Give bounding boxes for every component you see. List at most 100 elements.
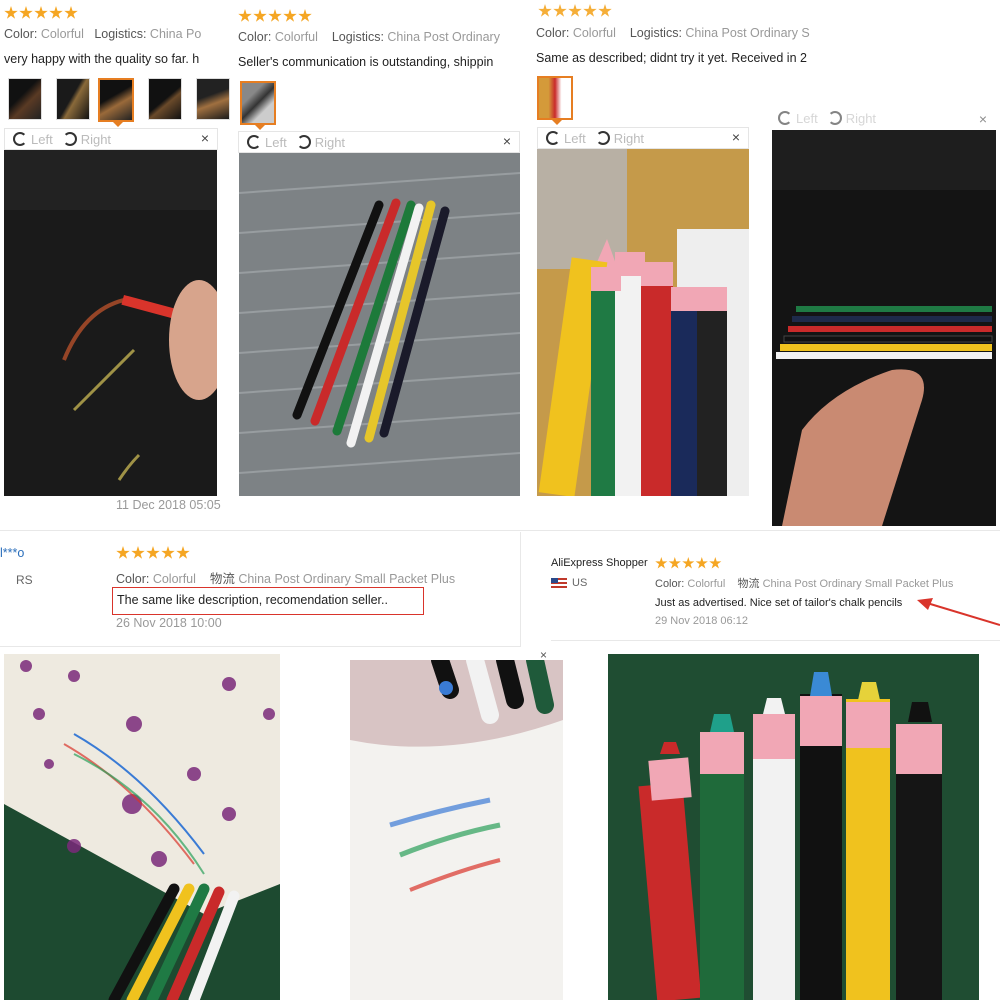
- review-thumbnail-selected[interactable]: [537, 76, 573, 120]
- color-label: Color:: [116, 572, 150, 586]
- star-icon: [598, 4, 612, 17]
- star-icon: [49, 6, 63, 19]
- close-icon[interactable]: ×: [201, 130, 209, 146]
- review-text: Seller's communication is outstanding, s…: [238, 55, 494, 69]
- star-icon: [64, 6, 78, 19]
- review-date: 26 Nov 2018 10:00: [116, 616, 222, 630]
- review-thumbnail[interactable]: [196, 78, 230, 120]
- rating-stars: [538, 4, 612, 18]
- rating-stars: [4, 6, 78, 20]
- review-photo: [4, 654, 280, 1000]
- review-thumbnail[interactable]: [56, 78, 90, 120]
- star-icon: [283, 9, 297, 22]
- star-icon: [34, 6, 48, 19]
- us-flag-icon: [551, 578, 567, 588]
- rotate-right-icon[interactable]: [296, 135, 311, 149]
- close-icon[interactable]: ×: [732, 129, 740, 145]
- rotate-right-button[interactable]: Right: [315, 135, 345, 150]
- review-meta: Color: Colorful Logistics: China Post Or…: [536, 26, 822, 40]
- reviewer-name[interactable]: l***o: [0, 546, 24, 560]
- close-icon[interactable]: ×: [979, 111, 987, 127]
- color-label: Color:: [238, 30, 272, 44]
- image-rotate-toolbar: Left Right ×: [770, 110, 995, 127]
- rotate-left-button[interactable]: Left: [564, 131, 586, 146]
- logistics-value: China Post Ordinary Small Packet Plus: [762, 578, 954, 590]
- rotate-left-icon[interactable]: [778, 111, 792, 125]
- color-value: Colorful: [40, 27, 84, 41]
- star-icon: [19, 6, 33, 19]
- color-label: Color:: [536, 26, 570, 40]
- review-photo: [350, 660, 563, 1000]
- star-icon: [161, 546, 175, 559]
- star-icon: [131, 546, 145, 559]
- reviewer-name[interactable]: AliExpress Shopper: [551, 557, 648, 569]
- section-divider: [0, 530, 1000, 531]
- review-text: very happy with the quality so far. h: [4, 52, 200, 66]
- close-icon[interactable]: ×: [503, 133, 511, 149]
- selected-caret-icon: [112, 121, 124, 127]
- image-rotate-toolbar: Left Right ×: [238, 131, 520, 153]
- rotate-left-icon[interactable]: [13, 132, 27, 146]
- review-photo: [772, 130, 996, 526]
- rotate-right-icon[interactable]: [62, 132, 77, 146]
- review-text: The same like description, recomendation…: [117, 593, 388, 607]
- review-text: Just as advertised. Nice set of tailor's…: [655, 597, 903, 609]
- section-divider: [0, 646, 520, 647]
- logistics-value: China Post Ordinary S: [685, 26, 810, 40]
- rotate-right-button[interactable]: Right: [846, 111, 876, 126]
- rotate-left-button[interactable]: Left: [31, 132, 53, 147]
- star-icon: [146, 546, 160, 559]
- star-icon: [668, 557, 681, 569]
- star-icon: [682, 557, 695, 569]
- color-value: Colorful: [274, 30, 318, 44]
- selected-caret-icon: [254, 124, 266, 130]
- rotate-right-button[interactable]: Right: [81, 132, 111, 147]
- review-meta: Color: Colorful Logistics: China Post Or…: [238, 30, 520, 44]
- star-icon: [568, 4, 582, 17]
- review-photo: [608, 654, 979, 1000]
- star-icon: [176, 546, 190, 559]
- rotate-right-button[interactable]: Right: [614, 131, 644, 146]
- star-icon: [268, 9, 282, 22]
- review-date: 11 Dec 2018 05:05: [116, 498, 221, 512]
- review-thumbnail[interactable]: [148, 78, 182, 120]
- section-divider: [551, 640, 1000, 641]
- color-value: Colorful: [152, 572, 196, 586]
- annotation-arrow-icon: [917, 598, 1000, 626]
- logistics-label: Logistics:: [331, 30, 384, 44]
- review-photo: [239, 153, 520, 496]
- rotate-left-icon[interactable]: [546, 131, 560, 145]
- image-rotate-toolbar: Left Right ×: [4, 128, 218, 150]
- review-thumbnail-selected[interactable]: [98, 78, 134, 122]
- review-meta: Color: Colorful 物流 China Post Ordinary S…: [655, 575, 995, 591]
- logistics-value: China Po: [149, 27, 202, 41]
- vertical-divider: [520, 532, 521, 647]
- color-value: Colorful: [572, 26, 616, 40]
- rotate-right-icon[interactable]: [827, 111, 842, 125]
- star-icon: [709, 557, 722, 569]
- review-photo: [4, 150, 217, 496]
- rotate-right-icon[interactable]: [595, 131, 610, 145]
- logistics-label: 物流: [737, 578, 760, 590]
- star-icon: [583, 4, 597, 17]
- star-icon: [655, 557, 668, 569]
- color-label: Color:: [655, 578, 685, 590]
- logistics-value: China Post Ordinary Small Packet Plus: [238, 572, 456, 586]
- review-text: Same as described; didnt try it yet. Rec…: [536, 51, 807, 65]
- logistics-label: Logistics:: [629, 26, 682, 40]
- star-icon: [695, 557, 708, 569]
- rating-stars: [238, 9, 312, 23]
- rotate-left-button[interactable]: Left: [796, 111, 818, 126]
- review-thumbnail-selected[interactable]: [240, 81, 276, 125]
- rotate-left-icon[interactable]: [247, 135, 261, 149]
- color-value: Colorful: [687, 578, 726, 590]
- star-icon: [538, 4, 552, 17]
- rotate-left-button[interactable]: Left: [265, 135, 287, 150]
- selected-caret-icon: [551, 119, 563, 125]
- logistics-label: Logistics:: [94, 27, 147, 41]
- review-thumbnail[interactable]: [8, 78, 42, 120]
- rating-stars: [116, 546, 190, 560]
- reviewer-country: RS: [16, 573, 33, 587]
- review-meta: Color: Colorful Logistics: China Po: [4, 27, 220, 41]
- star-icon: [298, 9, 312, 22]
